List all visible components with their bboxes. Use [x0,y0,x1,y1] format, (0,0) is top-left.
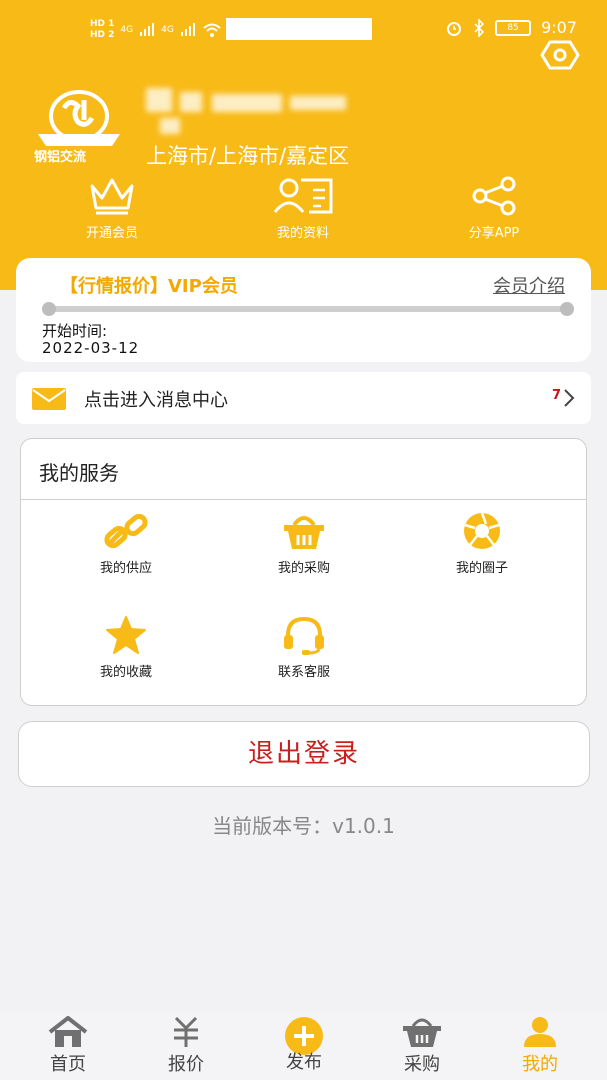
my-favorites-button[interactable]: 我的收藏 [66,615,186,680]
open-membership-label: 开通会员 [85,226,138,241]
my-supply-label: 我的供应 [99,561,152,576]
tab-purchase-label: 采购 [404,1054,440,1075]
vip-title: 【行情报价】VIP会员 [60,276,238,297]
battery-icon: 85 [495,19,532,36]
basket-icon [403,1018,441,1047]
tab-quote-label: 报价 [168,1054,204,1075]
my-services-card: 我的服务 我的供应 我的采购 我的圈子 我的收藏 联系客服 [20,438,587,706]
tab-home-label: 首页 [50,1054,86,1075]
my-profile-button[interactable]: 我的资料 [233,176,373,241]
services-title: 我的服务 [39,461,119,485]
message-center-row[interactable]: 点击进入消息中心 7 [16,372,591,424]
membership-intro-link[interactable]: 会员介绍 [493,272,565,298]
user-location: 上海市/上海市/嘉定区 [146,144,350,168]
contact-support-label: 联系客服 [277,665,330,680]
services-divider [21,499,586,500]
start-time-value: 2022-03-12 [42,339,140,357]
wifi-icon [203,23,221,37]
my-purchase-button[interactable]: 我的采购 [244,511,364,576]
tab-mine-label: 我的 [522,1054,558,1075]
my-favorites-label: 我的收藏 [99,665,152,680]
signal-indicators: HD 1 HD 2 4G 4G [90,20,222,40]
vip-card: 【行情报价】VIP会员 会员介绍 开始时间: 2022-03-12 [16,258,591,362]
share-icon [472,176,516,216]
open-membership-button[interactable]: 开通会员 [42,176,182,241]
message-count-badge: 7 [551,388,561,403]
bottom-tab-bar: 首页 报价 发布 采购 我的 [0,1012,607,1080]
my-profile-label: 我的资料 [276,226,329,241]
my-circle-label: 我的圈子 [455,561,508,576]
tab-purchase[interactable]: 采购 [372,1016,472,1076]
tab-publish-label: 发布 [286,1052,322,1073]
tab-publish[interactable]: 发布 [254,1016,354,1074]
membership-progress [42,302,574,316]
signal-4g-label-2: 4G [161,24,174,35]
chevron-right-icon [564,389,575,407]
tab-quote[interactable]: 报价 [136,1016,236,1076]
envelope-icon [32,388,66,410]
logout-button[interactable]: 退出登录 [18,721,590,787]
hd1-label: HD 1 [90,19,115,29]
hd2-label: HD 2 [90,30,115,40]
signal-bars-icon [180,23,195,36]
my-purchase-label: 我的采购 [277,561,330,576]
share-app-button[interactable]: 分享APP [424,176,564,241]
basket-icon [284,516,324,549]
message-center-label: 点击进入消息中心 [84,390,228,411]
start-time-label: 开始时间: [42,322,108,340]
alarm-icon [447,21,462,36]
my-supply-button[interactable]: 我的供应 [66,511,186,576]
redacted-area [226,18,372,40]
share-app-label: 分享APP [468,226,520,241]
user-icon [524,1017,556,1047]
progress-end-knob [560,302,574,316]
progress-start-knob [42,302,56,316]
tab-mine[interactable]: 我的 [490,1016,590,1076]
progress-track [48,306,568,312]
crown-icon [90,178,134,215]
home-icon [48,1016,88,1047]
logo-text: 钢铝交流 [34,150,87,164]
clock: 9:07 [541,18,577,37]
app-version: 当前版本号：v1.0.1 [212,814,395,838]
yuan-icon [174,1016,198,1047]
status-bar: HD 1 HD 2 4G 4G 85 9:07 [0,12,607,48]
contact-support-button[interactable]: 联系客服 [244,615,364,680]
username-redacted [140,78,350,138]
my-circle-button[interactable]: 我的圈子 [422,511,542,576]
battery-level: 85 [507,22,519,33]
signal-bars-icon [140,23,155,36]
tab-home[interactable]: 首页 [18,1016,118,1076]
bluetooth-icon [474,18,485,37]
status-right: 85 9:07 [445,18,577,37]
profile-header: HD 1 HD 2 4G 4G 85 9:07 钢铝交流 上海市/上海市/嘉定区… [0,0,607,290]
profile-card-icon [273,178,333,214]
aperture-icon [464,512,500,549]
link-icon [104,513,148,549]
headset-icon [284,616,324,655]
star-icon [106,616,146,654]
signal-4g-label-1: 4G [120,24,134,35]
settings-icon[interactable] [540,40,580,70]
